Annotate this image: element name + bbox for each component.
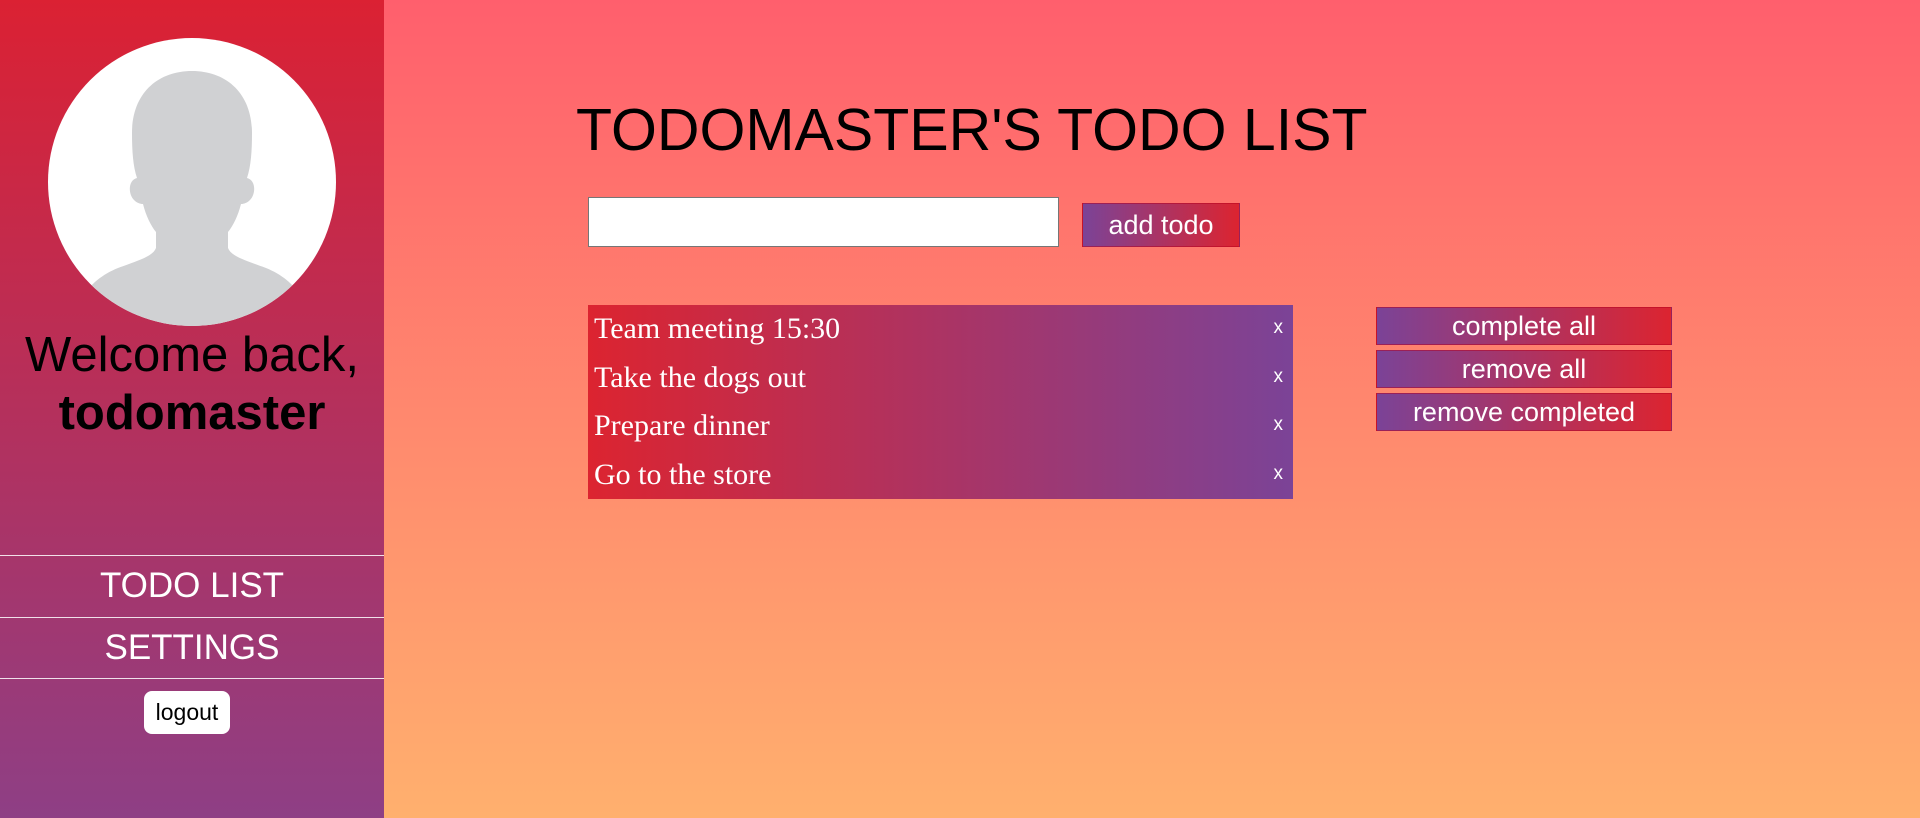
remove-all-button[interactable]: remove all <box>1376 350 1672 388</box>
todo-text: Go to the store <box>594 457 772 491</box>
todo-input[interactable] <box>588 197 1059 247</box>
remove-todo-icon[interactable]: x <box>1274 305 1284 351</box>
todo-text: Team meeting 15:30 <box>594 312 841 345</box>
sidebar: Welcome back, todomaster TODO LIST SETTI… <box>0 0 384 818</box>
avatar <box>48 38 336 326</box>
todo-item[interactable]: Team meeting 15:30 x <box>588 305 1293 354</box>
remove-todo-icon[interactable]: x <box>1274 402 1284 448</box>
sidebar-nav: TODO LIST SETTINGS <box>0 555 384 679</box>
welcome-message: Welcome back, todomaster <box>0 326 384 442</box>
remove-todo-icon[interactable]: x <box>1274 354 1284 400</box>
nav-item-settings[interactable]: SETTINGS <box>0 617 384 679</box>
todo-item[interactable]: Prepare dinner x <box>588 402 1293 451</box>
user-silhouette-icon <box>82 71 302 326</box>
add-todo-button[interactable]: add todo <box>1082 203 1240 247</box>
todo-list: Team meeting 15:30 x Take the dogs out x… <box>588 305 1293 499</box>
todo-text: Take the dogs out <box>594 360 807 394</box>
username: todomaster <box>58 386 326 440</box>
welcome-text: Welcome back, <box>24 328 360 382</box>
todo-item[interactable]: Take the dogs out x <box>588 354 1293 403</box>
nav-item-todo-list[interactable]: TODO LIST <box>0 555 384 617</box>
complete-all-button[interactable]: complete all <box>1376 307 1672 345</box>
todo-text: Prepare dinner <box>594 409 770 442</box>
todo-item[interactable]: Go to the store x <box>588 451 1293 500</box>
logout-button[interactable]: logout <box>144 691 230 734</box>
remove-todo-icon[interactable]: x <box>1274 451 1284 497</box>
page-title: TODOMASTER'S TODO LIST <box>576 97 1368 163</box>
remove-completed-button[interactable]: remove completed <box>1376 393 1672 431</box>
